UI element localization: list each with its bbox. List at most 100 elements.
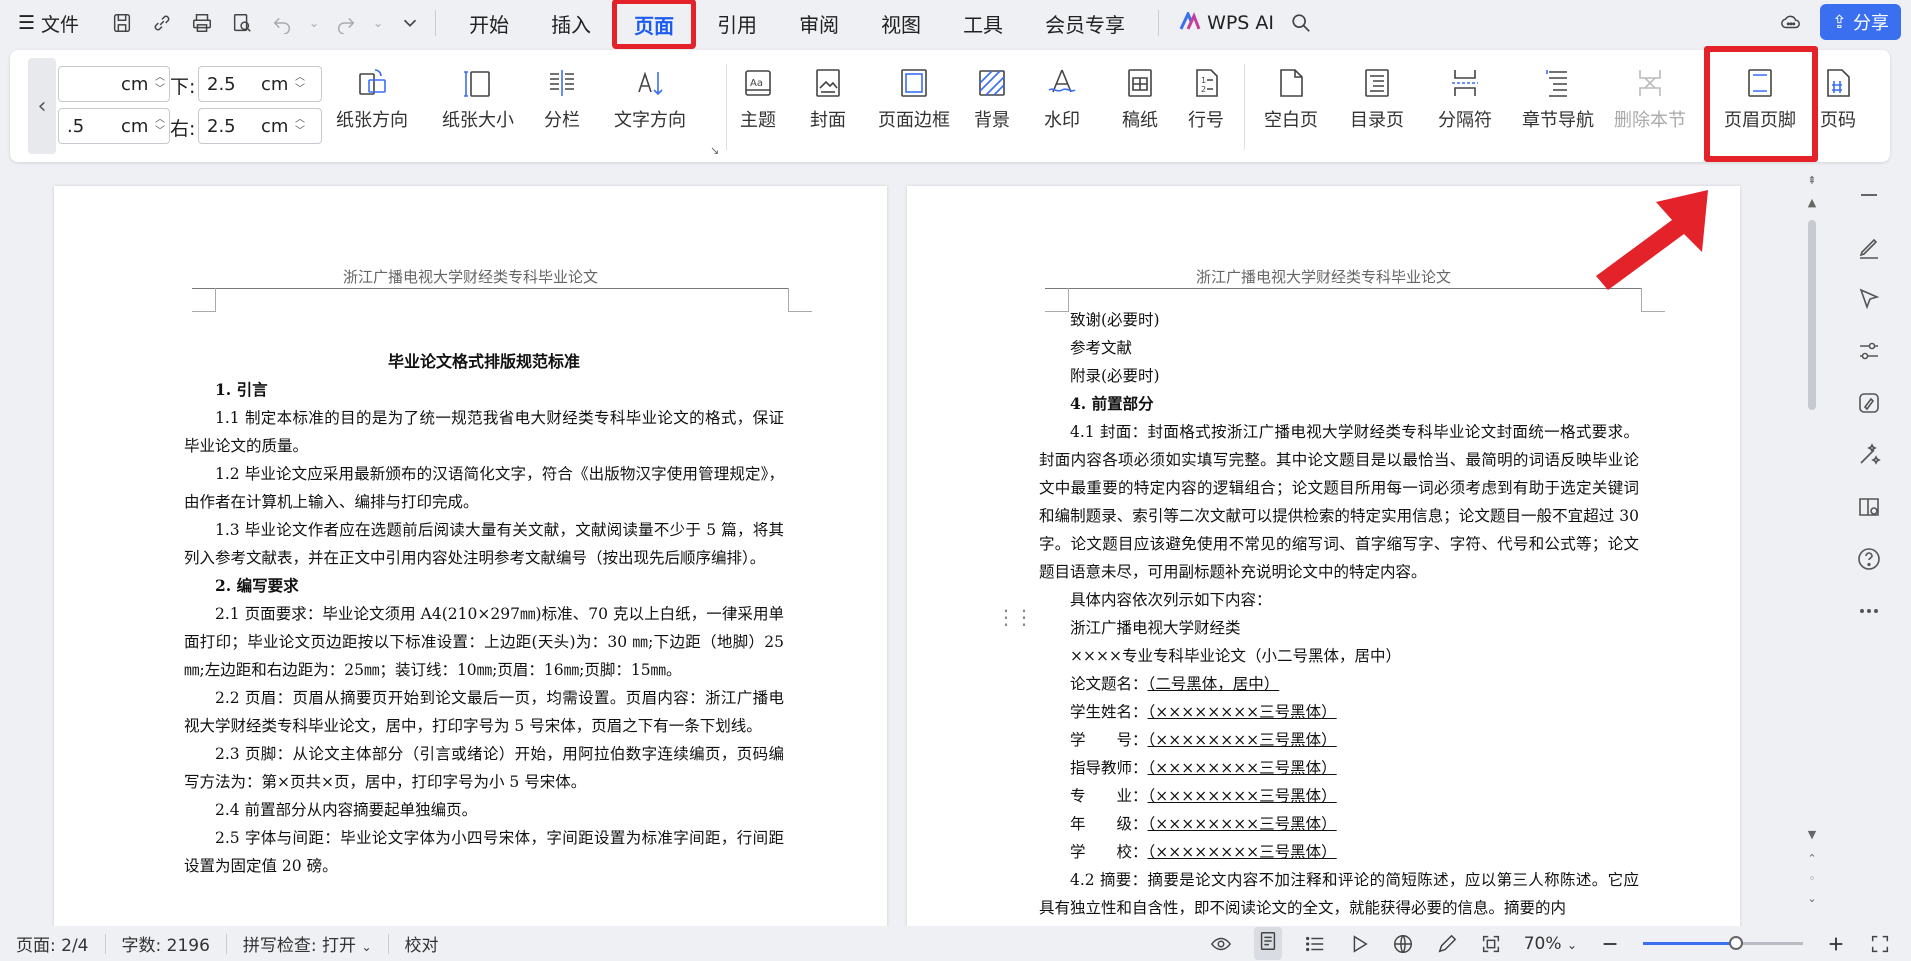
undo-dropdown-icon[interactable]: ⌄ (309, 10, 319, 36)
zoom-in-icon[interactable] (1825, 933, 1847, 955)
tab-home[interactable]: 开始 (448, 0, 530, 46)
drag-handle-icon[interactable]: ⋮⋮ (996, 607, 1034, 627)
watermark-button[interactable]: 水印 (1044, 66, 1080, 132)
cover-field-label: 专 业： (1070, 787, 1148, 805)
top-margin-field[interactable]: cm ︿ ﹀ (58, 66, 170, 102)
columns-button[interactable]: 分栏 (544, 66, 580, 132)
blank-page-button[interactable]: 空白页 (1264, 66, 1318, 132)
spellcheck-status[interactable]: 拼写检查: 打开 ⌄ (227, 931, 388, 956)
document-page-1[interactable]: 浙江广播电视大学财经类专科毕业论文 毕业论文格式排版规范标准 1. 引言 1.1… (54, 186, 887, 926)
cover-field-label: 学生姓名： (1070, 703, 1148, 721)
prev-page-icon[interactable]: ⌃ (1805, 852, 1819, 865)
paragraph: ××××专业专科毕业论文（小二号黑体，居中） (1070, 647, 1401, 665)
background-button[interactable]: 背景 (974, 66, 1010, 132)
print-preview-icon[interactable] (229, 10, 255, 36)
help-icon[interactable] (1854, 544, 1884, 574)
bottom-margin-field[interactable]: 2.5 cm ︿ ﹀ (198, 66, 322, 102)
vertical-scrollbar[interactable]: ⇞ ▲ ▼ ⌃ ◦ ⌄ (1805, 172, 1819, 920)
page-body[interactable]: 致谢(必要时) 参考文献 附录(必要时) 4. 前置部分 4.1 封面：封面格式… (1039, 306, 1639, 922)
print-icon[interactable] (189, 10, 215, 36)
right-margin-field[interactable]: 2.5 cm ︿ ﹀ (198, 108, 322, 144)
list-item: 参考文献 (1070, 339, 1133, 357)
separator-button[interactable]: 分隔符 (1438, 66, 1492, 132)
zoom-slider[interactable] (1643, 936, 1803, 950)
delete-section-button[interactable]: 删除本节 (1614, 66, 1686, 132)
scrollbar-thumb[interactable] (1808, 220, 1816, 410)
more-chevron-icon[interactable] (397, 10, 423, 36)
play-icon[interactable] (1348, 933, 1370, 955)
proofread-button[interactable]: 校对 (389, 931, 455, 956)
cover-button[interactable]: 封面 (810, 66, 846, 132)
page-border-button[interactable]: 页面边框 (878, 66, 950, 132)
cover-field-value: （××××××××三号黑体） (1147, 731, 1337, 749)
word-count-status[interactable]: 字数: 2196 (106, 931, 226, 956)
page-number-button[interactable]: 页码 (1820, 66, 1856, 132)
text-direction-button[interactable]: 文字方向 (614, 66, 686, 132)
scroll-top-icon[interactable]: ⇞ (1805, 174, 1819, 187)
zoom-slider-knob[interactable] (1728, 936, 1743, 950)
more-options-icon[interactable] (1854, 596, 1884, 626)
theme-button[interactable]: Aa 主题 (740, 66, 776, 132)
share-link-icon[interactable] (149, 10, 175, 36)
page-view-button[interactable] (1253, 927, 1282, 960)
cloud-status-icon[interactable] (1778, 9, 1804, 35)
left-margin-field[interactable]: .5 cm ︿ ﹀ (58, 108, 170, 144)
document-page-2[interactable]: 浙江广播电视大学财经类专科毕业论文 致谢(必要时) 参考文献 附录(必要时) 4… (907, 186, 1740, 926)
collapse-panel-icon[interactable] (1854, 180, 1884, 210)
tab-view[interactable]: 视图 (860, 0, 942, 46)
save-icon[interactable] (109, 10, 135, 36)
page-count-status[interactable]: 页面: 2/4 (0, 931, 105, 956)
page-header-text[interactable]: 浙江广播电视大学财经类专科毕业论文 (54, 266, 887, 287)
share-button[interactable]: ⇪ 分享 (1819, 4, 1901, 40)
tab-page[interactable]: 页面 (612, 0, 697, 49)
top-margin-spinner[interactable]: ︿ ﹀ (151, 72, 169, 96)
divider (726, 64, 727, 150)
fullscreen-icon[interactable] (1869, 933, 1891, 955)
ribbon-scroll-left-icon[interactable]: ‹ (28, 58, 56, 154)
write-mode-icon[interactable] (1436, 933, 1458, 955)
web-view-icon[interactable] (1392, 933, 1414, 955)
zoom-out-icon[interactable] (1599, 933, 1621, 955)
read-book-icon[interactable] (1854, 492, 1884, 522)
orientation-button[interactable]: 纸张方向 (336, 66, 408, 132)
line-number-button[interactable]: 12 行号 (1188, 66, 1224, 132)
tools-magic-icon[interactable] (1854, 440, 1884, 470)
bottom-margin-spinner[interactable]: ︿ ﹀ (291, 72, 309, 96)
right-margin-spinner[interactable]: ︿ ﹀ (291, 114, 309, 138)
pen-edit-icon[interactable] (1854, 232, 1884, 262)
tab-tools[interactable]: 工具 (942, 0, 1024, 46)
wps-ai-button[interactable]: WPS AI (1179, 9, 1274, 35)
manuscript-button[interactable]: 稿纸 (1122, 66, 1158, 132)
right-margin-value: 2.5 (207, 115, 236, 137)
select-browse-object-icon[interactable]: ◦ (1805, 872, 1819, 885)
redo-dropdown-icon[interactable]: ⌄ (373, 10, 383, 36)
page-body[interactable]: 毕业论文格式排版规范标准 1. 引言 1.1 制定本标准的目的是为了统一规范我省… (184, 336, 784, 880)
next-page-icon[interactable]: ⌄ (1805, 892, 1819, 905)
paper-size-button[interactable]: 纸张大小 (442, 66, 514, 132)
cover-field: 学 校：（××××××××三号黑体） (1039, 838, 1639, 866)
left-margin-spinner[interactable]: ︿ ﹀ (151, 114, 169, 138)
scroll-up-arrow-icon[interactable]: ▲ (1805, 196, 1819, 209)
watermark-label: 水印 (1044, 110, 1080, 131)
ai-write-icon[interactable] (1854, 388, 1884, 418)
section-heading: 4. 前置部分 (1070, 394, 1154, 413)
tab-references[interactable]: 引用 (696, 0, 778, 46)
fit-page-icon[interactable] (1480, 933, 1502, 955)
toc-page-button[interactable]: 目录页 (1350, 66, 1404, 132)
tab-insert[interactable]: 插入 (530, 0, 612, 46)
eye-protect-icon[interactable] (1210, 933, 1232, 955)
undo-icon[interactable] (269, 10, 295, 36)
page-setup-launcher-icon[interactable]: ↘ (710, 144, 719, 157)
zoom-level[interactable]: 70% ⌄ (1524, 934, 1577, 954)
outline-view-icon[interactable] (1304, 933, 1326, 955)
chapter-nav-button[interactable]: 章节导航 (1522, 66, 1594, 132)
tab-member[interactable]: 会员专享 (1024, 0, 1146, 46)
search-icon[interactable] (1288, 10, 1314, 36)
adjust-sliders-icon[interactable] (1854, 336, 1884, 366)
tab-review[interactable]: 审阅 (778, 0, 860, 46)
select-cursor-icon[interactable] (1854, 284, 1884, 314)
scroll-down-arrow-icon[interactable]: ▼ (1805, 828, 1819, 841)
file-menu[interactable]: ☰ 文件 (18, 10, 79, 37)
divider (1158, 10, 1160, 36)
redo-icon[interactable] (333, 10, 359, 36)
